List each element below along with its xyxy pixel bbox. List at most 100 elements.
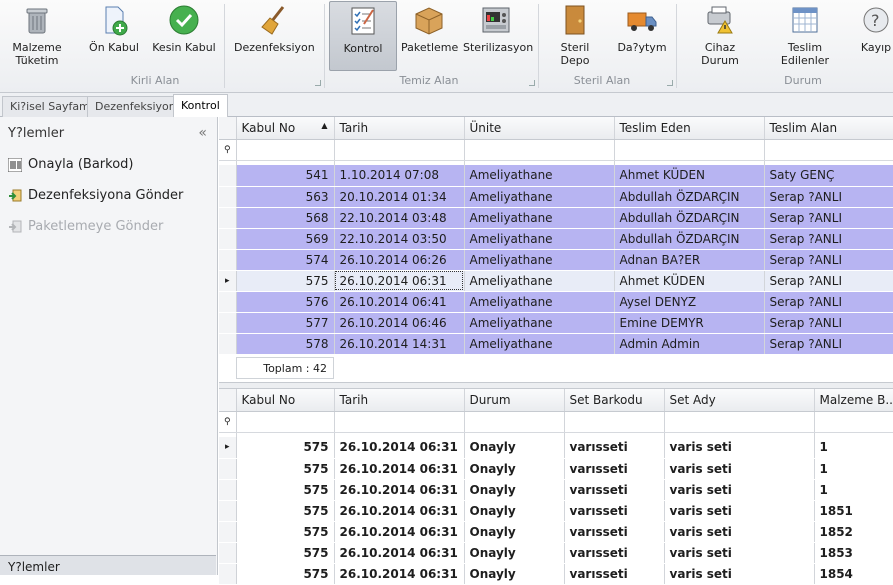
table-cell[interactable]: 20.10.2014 01:34: [334, 186, 465, 208]
table-cell[interactable]: varis seti: [664, 479, 815, 501]
table-row[interactable]: 575 26.10.2014 06:31 Onayly varısseti varis …: [219, 500, 893, 522]
table-cell[interactable]: 26.10.2014 06:26: [334, 249, 465, 271]
group-expand-icon[interactable]: [529, 80, 535, 86]
table-cell[interactable]: Admin Admin: [614, 333, 765, 355]
table-cell[interactable]: 26.10.2014 06:31: [334, 270, 465, 292]
table-cell[interactable]: varis seti: [664, 542, 815, 564]
table-cell[interactable]: 1: [814, 437, 893, 459]
table-cell[interactable]: Ameliyathane: [464, 333, 615, 355]
table-row[interactable]: 575 26.10.2014 06:31 Onayly varısseti varis …: [219, 542, 893, 564]
table-cell[interactable]: Ameliyathane: [464, 207, 615, 229]
table-row[interactable]: 569 22.10.2014 03:50 Ameliyathane Abdullah …: [219, 228, 893, 250]
table-cell[interactable]: 576: [236, 291, 335, 313]
table-row[interactable]: 541 1.10.2014 07:08 Ameliyathane Ahmet KÜDE…: [219, 165, 893, 187]
table-cell[interactable]: Ameliyathane: [464, 186, 615, 208]
column-header-tarih[interactable]: Tarih: [334, 389, 465, 412]
table-row[interactable]: 574 26.10.2014 06:26 Ameliyathane Adnan BA?…: [219, 249, 893, 271]
table-cell[interactable]: 26.10.2014 06:31: [334, 563, 465, 585]
table-cell[interactable]: Serap ?ANLI: [764, 291, 893, 313]
table-cell[interactable]: 1.10.2014 07:08: [334, 165, 465, 187]
table-cell[interactable]: 575: [236, 270, 335, 292]
table-cell[interactable]: 26.10.2014 06:31: [334, 542, 465, 564]
table-cell[interactable]: Ameliyathane: [464, 249, 615, 271]
table-cell[interactable]: Serap ?ANLI: [764, 249, 893, 271]
filter-cell[interactable]: [334, 139, 465, 161]
filter-cell[interactable]: [814, 411, 893, 433]
table-cell[interactable]: Onayly: [464, 437, 565, 459]
table-cell[interactable]: Onayly: [464, 479, 565, 501]
table-cell[interactable]: 575: [236, 563, 335, 585]
table-cell[interactable]: 1854: [814, 563, 893, 585]
table-cell[interactable]: Serap ?ANLI: [764, 333, 893, 355]
grid-splitter[interactable]: [219, 382, 893, 389]
table-cell[interactable]: 22.10.2014 03:50: [334, 228, 465, 250]
table-cell[interactable]: 541: [236, 165, 335, 187]
filter-cell[interactable]: [614, 139, 765, 161]
table-row[interactable]: 575 26.10.2014 06:31 Onayly varısseti varis …: [219, 521, 893, 543]
table-cell[interactable]: Onayly: [464, 500, 565, 522]
group-expand-icon[interactable]: [315, 80, 321, 86]
teslim-edilenler-button[interactable]: Teslim Edilenler: [764, 1, 846, 71]
table-cell[interactable]: Adnan BA?ER: [614, 249, 765, 271]
table-row[interactable]: 576 26.10.2014 06:41 Ameliyathane Aysel DEN…: [219, 291, 893, 313]
collapse-icon[interactable]: «: [198, 125, 207, 141]
tab-kisisel-sayfam[interactable]: Ki?isel Sayfam: [2, 96, 98, 117]
table-cell[interactable]: 575: [236, 458, 335, 480]
malzeme-tuketim-button[interactable]: Malzeme Tüketim: [8, 1, 66, 71]
table-cell[interactable]: Ameliyathane: [464, 270, 615, 292]
table-cell[interactable]: Ahmet KÜDEN: [614, 165, 765, 187]
on-kabul-button[interactable]: Ön Kabul: [86, 1, 142, 71]
table-cell[interactable]: varis seti: [664, 521, 815, 543]
table-row[interactable]: 575 26.10.2014 06:31 Onayly varısseti varis …: [219, 479, 893, 501]
table-cell[interactable]: Onayly: [464, 563, 565, 585]
table-cell[interactable]: 568: [236, 207, 335, 229]
filter-cell[interactable]: [564, 411, 665, 433]
table-cell[interactable]: 26.10.2014 06:31: [334, 500, 465, 522]
table-cell[interactable]: Serap ?ANLI: [764, 270, 893, 292]
table-cell[interactable]: varis seti: [664, 437, 815, 459]
filter-cell[interactable]: [664, 411, 815, 433]
column-header-kabul-no[interactable]: Kabul No: [236, 389, 335, 412]
table-cell[interactable]: 1853: [814, 542, 893, 564]
column-header-tarih[interactable]: Tarih: [334, 117, 465, 140]
table-cell[interactable]: 574: [236, 249, 335, 271]
kontrol-button[interactable]: Kontrol: [329, 1, 397, 71]
table-row[interactable]: ▸ 575 26.10.2014 06:31 Ameliyathane Ahmet KÜ…: [219, 270, 893, 292]
table-cell[interactable]: 26.10.2014 06:31: [334, 521, 465, 543]
table-cell[interactable]: varısseti: [564, 458, 665, 480]
tab-kontrol[interactable]: Kontrol: [173, 94, 228, 117]
table-cell[interactable]: Ahmet KÜDEN: [614, 270, 765, 292]
table-cell[interactable]: varis seti: [664, 458, 815, 480]
table-cell[interactable]: varısseti: [564, 563, 665, 585]
table-cell[interactable]: Emine DEMYR: [614, 312, 765, 334]
tab-dezenfeksiyon[interactable]: Dezenfeksiyon: [87, 96, 184, 117]
table-cell[interactable]: 563: [236, 186, 335, 208]
table-cell[interactable]: Onayly: [464, 542, 565, 564]
dezenfeksiyon-button[interactable]: Dezenfeksiyon: [234, 1, 315, 71]
table-cell[interactable]: Abdullah ÖZDARÇIN: [614, 207, 765, 229]
table-cell[interactable]: 577: [236, 312, 335, 334]
table-cell[interactable]: 569: [236, 228, 335, 250]
filter-cell[interactable]: [464, 411, 565, 433]
paketleme-button[interactable]: Paketleme: [401, 1, 458, 71]
sterilizasyon-button[interactable]: Sterilizasyon: [463, 1, 533, 71]
steril-depo-button[interactable]: Steril Depo: [545, 1, 605, 71]
table-cell[interactable]: varısseti: [564, 500, 665, 522]
table-cell[interactable]: 26.10.2014 06:31: [334, 479, 465, 501]
table-row[interactable]: 568 22.10.2014 03:48 Ameliyathane Abdullah …: [219, 207, 893, 229]
table-cell[interactable]: Abdullah ÖZDARÇIN: [614, 186, 765, 208]
dagitim-button[interactable]: Da?ytym: [614, 1, 670, 71]
column-header-malzeme-barkod[interactable]: Malzeme B...: [814, 389, 893, 412]
table-row[interactable]: 575 26.10.2014 06:31 Onayly varısseti varis …: [219, 458, 893, 480]
table-cell[interactable]: varısseti: [564, 542, 665, 564]
table-row[interactable]: 563 20.10.2014 01:34 Ameliyathane Abdullah …: [219, 186, 893, 208]
column-header-durum[interactable]: Durum: [464, 389, 565, 412]
sidebar-item-onayla-barkod[interactable]: Onayla (Barkod): [0, 149, 217, 180]
table-row[interactable]: ▸ 575 26.10.2014 06:31 Onayly varısseti varis…: [219, 437, 893, 459]
column-header-set-adi[interactable]: Set Ady: [664, 389, 815, 412]
sidebar-item-paketlemeye-gonder[interactable]: Paketlemeye Gönder: [0, 211, 217, 242]
table-row[interactable]: 575 26.10.2014 06:31 Onayly varısseti varis …: [219, 563, 893, 585]
column-header-unite[interactable]: Ünite: [464, 117, 615, 140]
table-cell[interactable]: varısseti: [564, 521, 665, 543]
cihaz-durum-button[interactable]: Cihaz Durum: [686, 1, 754, 71]
